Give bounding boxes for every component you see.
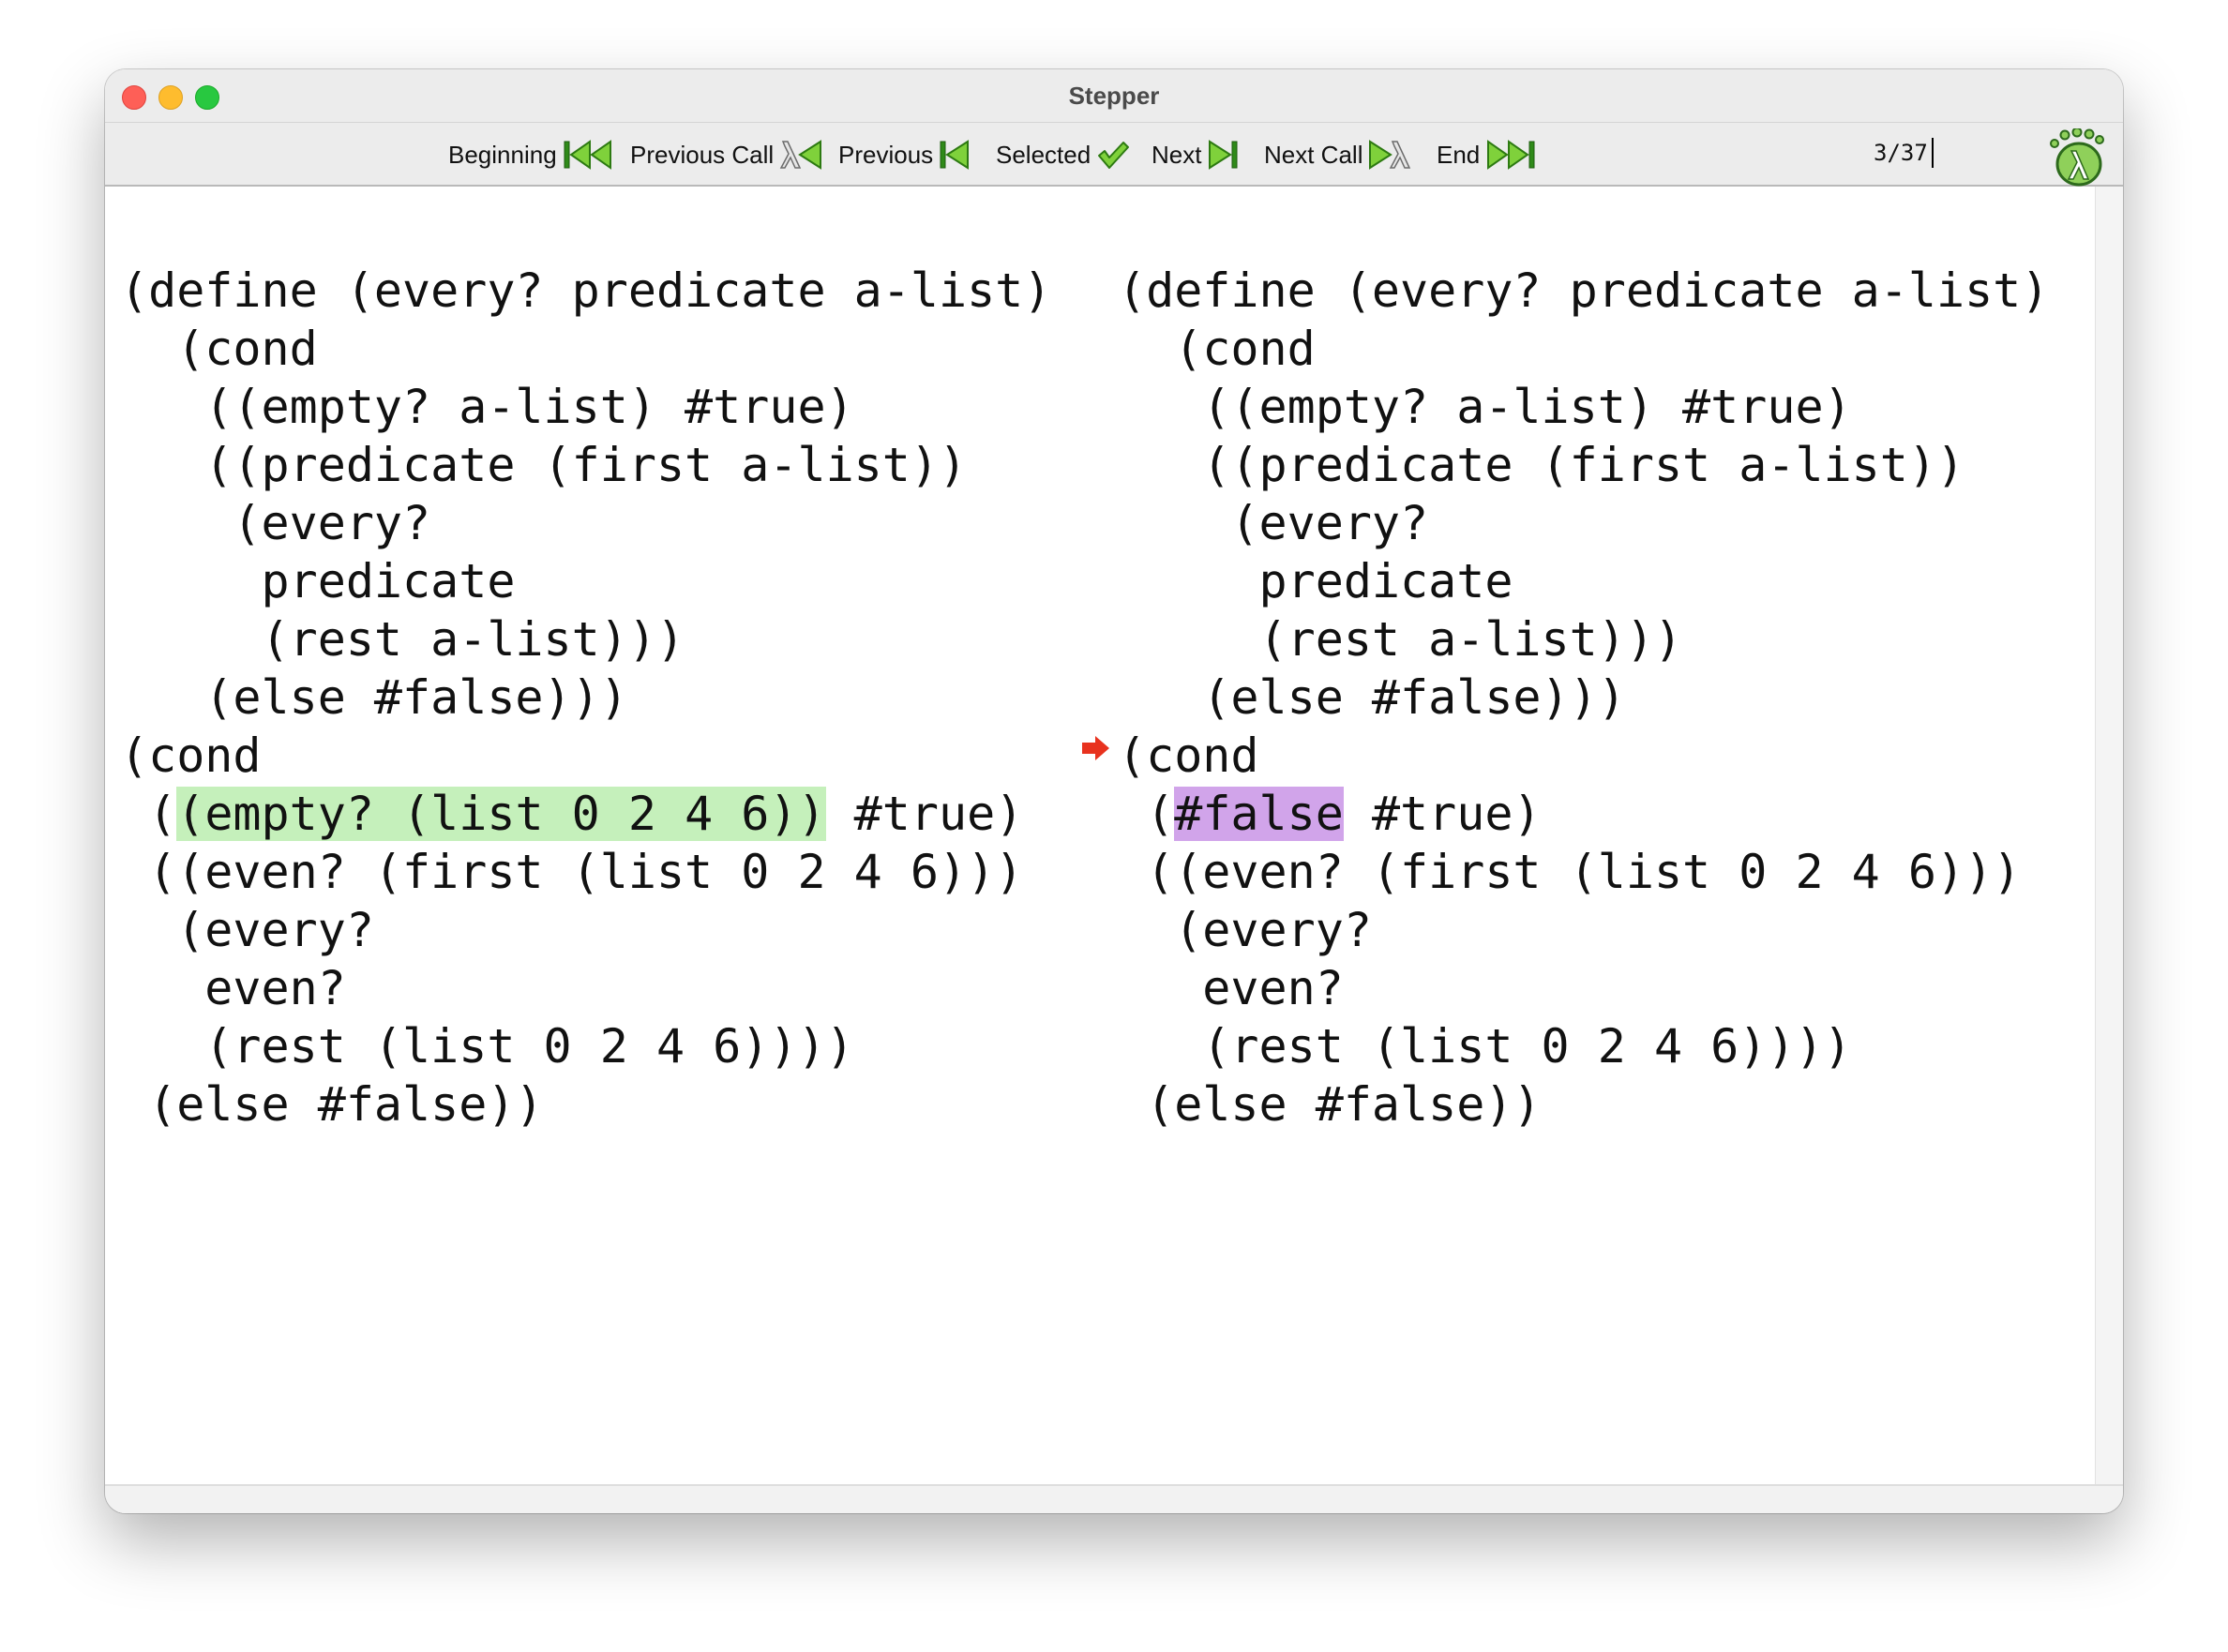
redex-suffix: #true)	[825, 787, 1024, 841]
after-line: (rest a-list)))	[1118, 612, 1683, 667]
next-call-button[interactable]: Next Call	[1264, 136, 1411, 173]
end-label: End	[1437, 140, 1481, 169]
title-bar: Stepper	[105, 69, 2123, 123]
step-forward-icon	[1209, 140, 1238, 170]
racket-footprint-logo	[2050, 128, 2104, 187]
after-step-pane: (define (every? predicate a-list) (cond …	[1118, 262, 2049, 1134]
before-line: (else #false))	[120, 1077, 544, 1132]
after-line: (cond	[1118, 728, 1259, 783]
before-line: (cond	[120, 322, 318, 376]
before-line: ((even? (first (list 0 2 4 6)))	[120, 845, 1024, 899]
after-line: ((predicate (first a-list))	[1118, 438, 1965, 492]
vertical-scrollbar[interactable]	[2095, 187, 2123, 1484]
skip-to-end-icon	[1487, 140, 1535, 170]
beginning-button[interactable]: Beginning	[448, 136, 613, 173]
before-line: even?	[120, 961, 346, 1015]
text-caret	[1932, 138, 1934, 168]
checkmark-icon	[1098, 142, 1130, 169]
before-line: (every?	[120, 496, 431, 550]
after-line: ((even? (first (list 0 2 4 6)))	[1118, 845, 2022, 899]
previous-call-label: Previous Call	[630, 140, 775, 169]
step-counter[interactable]: 3/37	[1874, 140, 1928, 166]
previous-call-button[interactable]: Previous Call	[630, 136, 822, 173]
window-title: Stepper	[1068, 82, 1160, 110]
next-label: Next	[1152, 140, 1202, 169]
next-button[interactable]: Next	[1152, 136, 1239, 173]
after-line: even?	[1118, 961, 1344, 1015]
before-line: predicate	[120, 554, 516, 608]
before-line: ((predicate (first a-list))	[120, 438, 968, 492]
stepper-window: Stepper Beginning Previous Call Previous	[105, 69, 2123, 1513]
before-line: ((empty? a-list) #true)	[120, 380, 854, 434]
before-line: (define (every? predicate a-list)	[120, 263, 1052, 318]
after-line: predicate	[1118, 554, 1513, 608]
before-step-pane: (define (every? predicate a-list) (cond …	[120, 262, 1051, 1134]
before-line: (cond	[120, 728, 262, 783]
after-line: (rest (list 0 2 4 6))))	[1118, 1019, 1852, 1074]
selected-button[interactable]: Selected	[996, 136, 1130, 173]
skip-to-beginning-icon	[564, 140, 611, 170]
stepper-toolbar: Beginning Previous Call Previous Selecte…	[105, 123, 2123, 187]
lambda-forward-icon	[1369, 140, 1411, 170]
previous-button[interactable]: Previous	[838, 136, 971, 173]
stepper-content: (define (every? predicate a-list) (cond …	[105, 187, 2095, 1484]
redex-prefix: (	[120, 787, 177, 841]
previous-label: Previous	[838, 140, 934, 169]
after-line: (cond	[1118, 322, 1316, 376]
before-line: (else #false)))	[120, 670, 628, 725]
redex-highlight[interactable]: (empty? (list 0 2 4 6))	[176, 787, 826, 841]
selected-label: Selected	[996, 140, 1091, 169]
step-back-icon	[940, 140, 970, 170]
horizontal-scrollbar[interactable]	[105, 1484, 2123, 1513]
red-arrow-icon	[1082, 736, 1109, 760]
after-line: (every?	[1118, 903, 1372, 957]
after-line: (else #false)))	[1118, 670, 1626, 725]
lambda-back-icon	[779, 140, 822, 170]
before-line: (every?	[120, 903, 374, 957]
after-line: (define (every? predicate a-list)	[1118, 263, 2050, 318]
before-line: (rest a-list)))	[120, 612, 685, 667]
after-line: ((empty? a-list) #true)	[1118, 380, 1852, 434]
before-line: (rest (list 0 2 4 6))))	[120, 1019, 854, 1074]
result-suffix: #true)	[1343, 787, 1542, 841]
result-prefix: (	[1118, 787, 1175, 841]
after-line: (every?	[1118, 496, 1429, 550]
next-call-label: Next Call	[1264, 140, 1363, 169]
result-highlight[interactable]: #false	[1174, 787, 1344, 841]
beginning-label: Beginning	[448, 140, 557, 169]
end-button[interactable]: End	[1437, 136, 1536, 173]
after-line: (else #false))	[1118, 1077, 1542, 1132]
